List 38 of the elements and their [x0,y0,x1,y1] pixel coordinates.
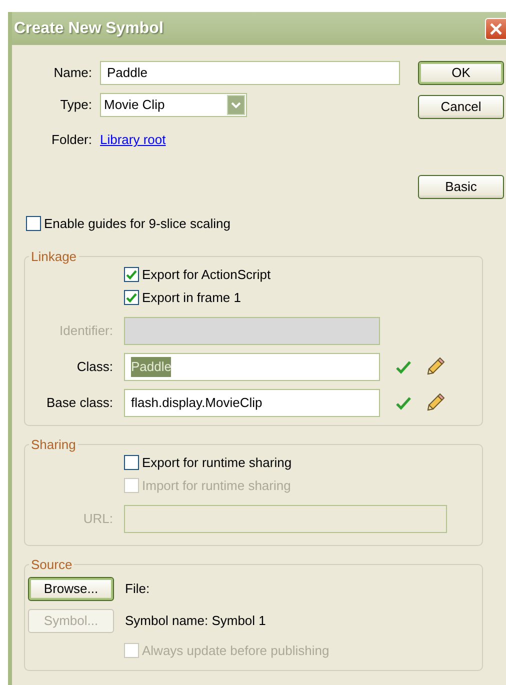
file-label: File: [125,580,151,598]
checkbox[interactable] [124,267,139,282]
checkbox[interactable] [124,290,139,305]
window-title: Create New Symbol [14,18,164,38]
group-title: Source [30,558,74,571]
button[interactable]: OK [418,61,504,85]
name-field[interactable]: Paddle [100,61,400,85]
button[interactable]: Browse... [28,577,114,601]
check-icon [396,360,411,374]
field-label: Folder: [50,131,92,149]
check-icon [396,396,411,410]
checkbox-label: Export for ActionScript [142,266,271,284]
checkbox-label: Enable guides for 9-slice scaling [44,214,230,233]
text-field[interactable]: flash.display.MovieClip [124,389,380,417]
field-label: Class: [76,358,113,376]
symbol-name: Symbol name: Symbol 1 [125,612,266,630]
checkbox-label: Export for runtime sharing [142,454,292,472]
folder-link[interactable]: Library root [100,130,166,150]
checkbox[interactable] [26,216,41,231]
pencil-icon[interactable] [425,357,445,377]
field-label: Name: [52,64,92,82]
button[interactable]: Basic [418,175,504,199]
checkbox[interactable] [124,455,139,470]
checkbox-label: Export in frame 1 [142,288,241,307]
chevron-icon [227,95,245,115]
group-title: Linkage [30,250,78,263]
type-dropdown[interactable]: Movie Clip [100,93,247,117]
field-label: Identifier: [58,322,113,340]
pencil-icon[interactable] [425,393,445,413]
group-title: Sharing [30,438,77,451]
field-label: Base class: [46,394,113,412]
close-icon[interactable] [485,18,506,40]
field-label: URL: [82,510,113,528]
field-label: Type: [59,96,92,114]
checkbox-label: Import for runtime sharing [142,476,291,495]
button[interactable]: Cancel [418,95,504,119]
dropdown-value: Movie Clip [104,96,165,114]
checkbox-label: Always update before publishing [142,642,330,660]
